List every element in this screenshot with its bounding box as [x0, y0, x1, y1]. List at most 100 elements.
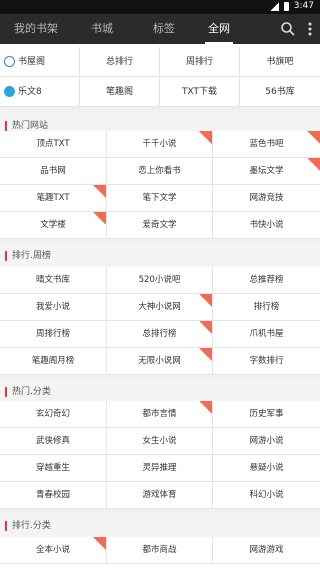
- quick-link[interactable]: 乐文8: [0, 77, 80, 107]
- status-bar: 3:47: [0, 0, 320, 14]
- grid-category-rank: 全本小说 都市商战 网游游戏: [0, 537, 320, 568]
- quick-link[interactable]: 书旗吧: [240, 47, 320, 77]
- grid-item[interactable]: 蓝色书吧: [213, 131, 320, 158]
- grid-item-label: 笔趣TXT: [36, 193, 70, 203]
- quick-row-2: 乐文8 笔趣阁 TXT下载 56书库: [0, 77, 320, 107]
- grid-item[interactable]: 玄幻奇幻: [0, 401, 107, 428]
- grid-item-label: 武侠修真: [35, 436, 70, 446]
- grid-item-label: 蓝色书吧: [249, 139, 284, 149]
- grid-item[interactable]: 网游小说: [213, 428, 320, 455]
- grid-item[interactable]: 网游游戏: [213, 537, 320, 564]
- grid-item-label: 网游游戏: [249, 545, 284, 555]
- grid-item[interactable]: 悬疑小说: [213, 455, 320, 482]
- tab-bookshelf[interactable]: 我的书架: [10, 14, 62, 44]
- grid-item[interactable]: 文学楼: [0, 212, 107, 239]
- section-title-weekly-rank: 排行.周榜: [0, 243, 320, 269]
- grid-item-label: 520小说吧: [138, 275, 181, 285]
- grid-item[interactable]: 我爱小说: [0, 294, 107, 321]
- grid-item-label: 青春校园: [35, 490, 70, 500]
- quick-link[interactable]: TXT下载: [160, 77, 240, 107]
- grid-item[interactable]: 排行榜: [213, 294, 320, 321]
- tab-tags[interactable]: 标签: [142, 14, 186, 44]
- status-time: 3:47: [293, 1, 314, 11]
- new-badge-icon: [93, 185, 106, 198]
- grid-item[interactable]: 笔趣TXT: [0, 185, 107, 212]
- app-bar: 我的书架 书城 标签 全网: [0, 14, 320, 44]
- grid-item-label: 科幻小说: [249, 490, 284, 500]
- grid-item-label: 文学楼: [40, 220, 66, 230]
- grid-item[interactable]: 历史军事: [213, 401, 320, 428]
- grid-item-label: 字数排行: [249, 356, 284, 366]
- section-title-category-rank: 排行.分类: [0, 513, 320, 539]
- tab-all-web[interactable]: 全网: [197, 14, 241, 44]
- grid-item[interactable]: 都市商战: [107, 537, 213, 564]
- grid-item[interactable]: 都市言情: [107, 401, 213, 428]
- more-vert-icon[interactable]: [302, 21, 318, 37]
- grid-item[interactable]: 科幻小说: [213, 482, 320, 509]
- grid-item[interactable]: 网游竞技: [213, 185, 320, 212]
- grid-item-label: 大神小说网: [138, 302, 181, 312]
- grid-item[interactable]: 灵异推理: [107, 455, 213, 482]
- grid-item-label: 无限小说网: [138, 356, 181, 366]
- grid-item[interactable]: 总推荐榜: [213, 267, 320, 294]
- quick-link[interactable]: 总排行: [80, 47, 160, 77]
- new-badge-icon: [199, 348, 212, 361]
- grid-item-label: 千千小说: [142, 139, 177, 149]
- grid-item-label: 爱奇文学: [142, 220, 177, 230]
- quick-link[interactable]: 笔趣阁: [80, 77, 160, 107]
- grid-item[interactable]: 爪机书屋: [213, 321, 320, 348]
- grid-hot-categories: 玄幻奇幻 都市言情 历史军事武侠修真 女生小说 网游小说穿越重生 灵异推理 悬疑小说青春校园…: [0, 401, 320, 509]
- quick-link[interactable]: 56书库: [240, 77, 320, 107]
- grid-item[interactable]: 字数排行: [213, 348, 320, 375]
- grid-item-label: 全本小说: [35, 545, 70, 555]
- grid-item[interactable]: 武侠修真: [0, 428, 107, 455]
- grid-hot-sites: 顶点TXT 千千小说 蓝色书吧品书网 恋上你看书 墨坛文学笔趣TXT 笔下文学 网游竞技文学…: [0, 131, 320, 239]
- grid-item[interactable]: 墨坛文学: [213, 158, 320, 185]
- new-badge-icon: [93, 537, 106, 550]
- grid-item[interactable]: 520小说吧: [107, 267, 213, 294]
- grid-item-label: 历史军事: [249, 409, 284, 419]
- quick-link[interactable]: 书屋阁: [0, 47, 80, 77]
- search-icon[interactable]: [280, 21, 296, 37]
- grid-item[interactable]: 全本小说: [0, 537, 107, 564]
- grid-item[interactable]: 笔下文学: [107, 185, 213, 212]
- grid-item[interactable]: 大神小说网: [107, 294, 213, 321]
- status-right: 3:47: [270, 1, 314, 11]
- grid-item[interactable]: 周排行榜: [0, 321, 107, 348]
- grid-item-label: 总排行榜: [142, 329, 177, 339]
- signal-icon: [270, 1, 279, 11]
- grid-item[interactable]: 品书网: [0, 158, 107, 185]
- tab-bookstore[interactable]: 书城: [82, 14, 122, 44]
- grid-item-label: 排行榜: [253, 302, 280, 312]
- grid-item[interactable]: 书快小说: [213, 212, 320, 239]
- grid-item[interactable]: 爱奇文学: [107, 212, 213, 239]
- grid-item-label: 恋上你看书: [138, 166, 181, 176]
- grid-item[interactable]: 晴文书库: [0, 267, 107, 294]
- grid-item-label: 穿越重生: [35, 463, 70, 473]
- grid-item[interactable]: 穿越重生: [0, 455, 107, 482]
- grid-item[interactable]: 女生小说: [107, 428, 213, 455]
- new-badge-icon: [93, 212, 106, 225]
- grid-item-label: 都市商战: [142, 545, 177, 555]
- grid-item[interactable]: 总排行榜: [107, 321, 213, 348]
- grid-item-label: 网游竞技: [249, 193, 284, 203]
- grid-weekly-rank: 晴文书库 520小说吧 总推荐榜我爱小说 大神小说网 排行榜周排行榜 总排行榜 爪机书屋笔趣…: [0, 267, 320, 375]
- grid-item[interactable]: 无限小说网: [107, 348, 213, 375]
- quick-link-label: 乐文8: [18, 87, 42, 97]
- grid-item-label: 我爱小说: [35, 302, 70, 312]
- grid-item[interactable]: 游戏体育: [107, 482, 213, 509]
- grid-item-label: 晴文书库: [35, 275, 70, 285]
- grid-item[interactable]: 青春校园: [0, 482, 107, 509]
- battery-icon: [283, 1, 289, 11]
- new-badge-icon: [199, 294, 212, 307]
- grid-item-label: 笔趣阁月榜: [31, 356, 75, 366]
- grid-item-label: 品书网: [40, 166, 66, 176]
- site-logo-icon: [4, 56, 15, 67]
- grid-item-label: 笔下文学: [142, 193, 177, 203]
- grid-item[interactable]: 顶点TXT: [0, 131, 107, 158]
- grid-item-label: 爪机书屋: [249, 329, 284, 339]
- quick-link[interactable]: 周排行: [160, 47, 240, 77]
- grid-item[interactable]: 千千小说: [107, 131, 213, 158]
- grid-item[interactable]: 恋上你看书: [107, 158, 213, 185]
- grid-item[interactable]: 笔趣阁月榜: [0, 348, 107, 375]
